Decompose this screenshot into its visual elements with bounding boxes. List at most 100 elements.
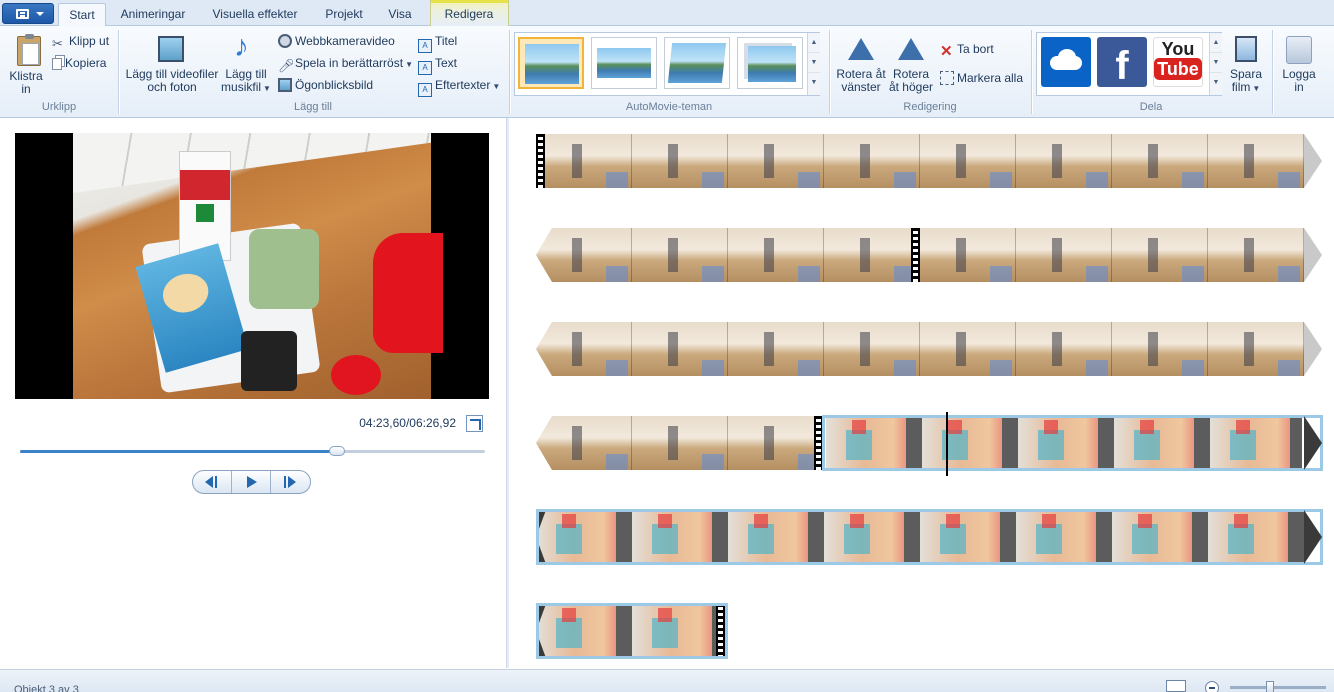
chevron-down-icon [36, 12, 44, 16]
scissors-icon: ✂ [52, 36, 63, 51]
scroll-up-icon[interactable]: ▲ [1210, 33, 1222, 53]
group-label-dela: Dela [1139, 101, 1163, 113]
app-menu-icon [16, 9, 29, 19]
user-icon [1286, 36, 1312, 64]
add-music-button[interactable]: ♪ Lägg till musikfil ▼ [220, 30, 272, 96]
clip-selection-outline [536, 603, 728, 659]
cut-label: Klipp ut [69, 34, 110, 48]
tab-visuella-effekter[interactable]: Visuella effekter [204, 3, 306, 26]
theme-thumbnail [667, 43, 727, 83]
automovie-theme-3[interactable] [664, 37, 730, 89]
rotate-left-button[interactable]: Rotera åt vänster [834, 30, 888, 96]
credits-label: Eftertexter [435, 78, 491, 92]
dropdown-arrow-icon: ▼ [263, 84, 271, 93]
sign-in-button[interactable]: Logga in [1278, 30, 1320, 96]
remove-button[interactable]: ✕ Ta bort [940, 40, 994, 59]
share-gallery-scroller[interactable]: ▲ ▼ ▼ [1209, 33, 1222, 95]
automovie-theme-2[interactable] [591, 37, 657, 89]
play-button[interactable] [232, 471, 271, 493]
clip-gym[interactable] [536, 322, 1304, 376]
youtube-logo-tube: Tube [1154, 58, 1202, 80]
gallery-expand-icon[interactable]: ▼ [808, 73, 820, 93]
storyboard-row [536, 134, 1324, 188]
jar [241, 331, 297, 391]
ribbon: Klistra in ✂ Klipp ut Kopiera Urklipp Läg… [0, 26, 1334, 118]
tab-visa[interactable]: Visa [382, 3, 418, 26]
scroll-up-icon[interactable]: ▲ [808, 33, 820, 53]
rotate-right-icon [898, 38, 924, 60]
facebook-icon[interactable]: f [1097, 37, 1147, 87]
playhead-cursor[interactable] [946, 412, 948, 476]
row-continue-arrow [1304, 416, 1322, 470]
caption-button[interactable]: A Text [418, 54, 457, 75]
webcam-video-button[interactable]: Webbkameravideo [278, 32, 395, 50]
next-frame-bar [284, 476, 286, 488]
automovie-theme-4[interactable] [737, 37, 803, 89]
next-frame-button[interactable] [271, 471, 310, 493]
snapshot-button[interactable]: Ögonblicksbild [278, 76, 373, 94]
tab-redigera[interactable]: Redigera [436, 3, 502, 26]
gallery-expand-icon[interactable]: ▼ [1210, 73, 1222, 93]
zoom-out-icon[interactable] [1205, 681, 1219, 692]
add-music-text: Lägg till musikfil [221, 67, 267, 94]
seek-bar[interactable] [20, 446, 485, 456]
red-cup [331, 355, 381, 395]
tab-start[interactable]: Start [58, 3, 106, 27]
snapshot-label: Ögonblicksbild [295, 78, 374, 92]
theme-gallery-scroller[interactable]: ▲ ▼ ▼ [807, 33, 820, 95]
copy-icon [52, 58, 62, 70]
record-narration-button[interactable]: 🎤︎Spela in berättarröst ▼ [278, 54, 413, 73]
add-videos-photos-button[interactable]: Lägg till videofiler och foton [124, 30, 220, 96]
clip-gym[interactable] [536, 228, 1304, 282]
group-label-automovie: AutoMovie-teman [625, 101, 713, 113]
seek-progress [20, 450, 337, 453]
tab-projekt[interactable]: Projekt [318, 3, 370, 26]
select-all-button[interactable]: Markera alla [940, 69, 1023, 87]
group-label-redigering: Redigering [903, 101, 957, 113]
previous-frame-button[interactable] [193, 471, 232, 493]
group-label-urklipp: Urklipp [41, 101, 77, 113]
fullscreen-icon[interactable] [466, 415, 483, 432]
youtube-icon[interactable]: You Tube [1153, 37, 1203, 87]
clip-selection-outline [822, 415, 1323, 471]
scroll-down-icon[interactable]: ▼ [808, 53, 820, 73]
seek-thumb[interactable] [328, 446, 345, 456]
row-continue-arrow [1304, 134, 1322, 188]
tab-animeringar[interactable]: Animeringar [112, 3, 194, 26]
scroll-down-icon[interactable]: ▼ [1210, 53, 1222, 73]
row-start-arrow [536, 228, 552, 282]
copy-button[interactable]: Kopiera [52, 54, 106, 72]
title-button[interactable]: A Titel [418, 32, 457, 53]
timecode: 04:23,60/06:26,92 [359, 416, 456, 430]
app-menu-button[interactable] [2, 3, 54, 24]
zoom-slider[interactable] [1230, 681, 1326, 692]
pane-splitter[interactable] [506, 118, 509, 668]
play-icon [247, 476, 257, 488]
storyboard[interactable] [510, 118, 1334, 668]
status-text: Objekt 3 av 3 [14, 684, 79, 692]
automovie-theme-1[interactable] [518, 37, 584, 89]
video-preview[interactable] [15, 133, 489, 399]
onedrive-icon[interactable] [1041, 37, 1091, 87]
paste-button[interactable]: Klistra in [4, 30, 48, 96]
select-all-icon [940, 71, 954, 85]
clip-gym[interactable] [536, 416, 816, 470]
rotate-left-icon [848, 38, 874, 60]
save-movie-icon [1235, 36, 1257, 62]
rotate-right-button[interactable]: Rotera åt höger [886, 30, 936, 96]
clipboard-icon [17, 34, 41, 66]
row-continue-arrow [1304, 322, 1322, 376]
save-movie-button[interactable]: Spara film ▼ [1226, 30, 1266, 96]
wall-tiles [73, 133, 431, 193]
thumbnail-view-icon[interactable] [1166, 680, 1186, 692]
row-start-arrow [536, 416, 552, 470]
previous-frame-icon [205, 476, 213, 488]
cut-button[interactable]: ✂ Klipp ut [52, 32, 110, 51]
caption-icon: A [418, 61, 432, 75]
red-container [373, 233, 443, 353]
clip-gym[interactable] [536, 134, 1304, 188]
credits-button[interactable]: A Eftertexter ▼ [418, 76, 500, 97]
microphone-icon: 🎤︎ [278, 58, 295, 73]
zoom-slider-thumb[interactable] [1266, 681, 1275, 692]
previous-frame-bar [215, 476, 217, 488]
